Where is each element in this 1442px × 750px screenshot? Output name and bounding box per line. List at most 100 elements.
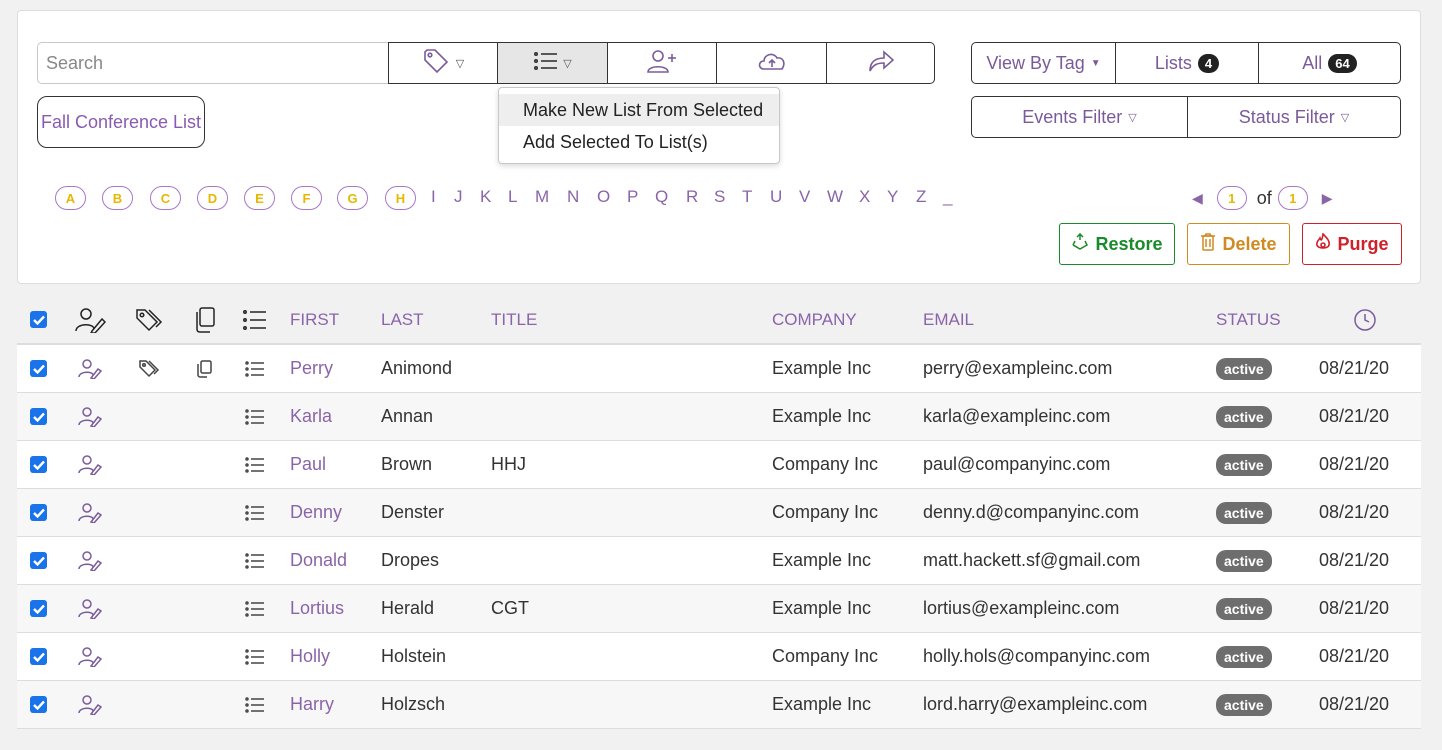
edit-user-icon[interactable] (78, 585, 102, 632)
letter-filter-k[interactable]: K (480, 187, 491, 207)
cell-first[interactable]: Harry (290, 681, 334, 728)
row-checkbox[interactable] (30, 441, 47, 488)
letter-filter-e[interactable]: E (244, 186, 275, 210)
status-filter-button[interactable]: Status Filter ▽ (1187, 96, 1401, 138)
list-pill-fall-conference[interactable]: Fall Conference List (37, 96, 205, 148)
row-checkbox[interactable] (30, 345, 47, 392)
cell-last: Holstein (381, 646, 447, 666)
menu-item-add-to-lists[interactable]: Add Selected To List(s) (499, 126, 779, 158)
cell-first[interactable]: Karla (290, 393, 332, 440)
edit-user-icon[interactable] (78, 633, 102, 680)
view-by-tag-button[interactable]: View By Tag ▼ (971, 42, 1116, 84)
letter-filter-f[interactable]: F (291, 186, 322, 210)
cell-first[interactable]: Perry (290, 345, 333, 392)
letter-filter-j[interactable]: J (454, 187, 463, 207)
col-header-title[interactable]: TITLE (491, 296, 537, 343)
events-filter-button[interactable]: Events Filter ▽ (971, 96, 1188, 138)
letter-filter-u[interactable]: U (770, 187, 782, 207)
col-header-company[interactable]: COMPANY (772, 296, 857, 343)
letter-filter-c[interactable]: C (150, 186, 181, 210)
cell-first[interactable]: Lortius (290, 585, 344, 632)
cell-first[interactable]: Holly (290, 633, 330, 680)
list-icon[interactable] (245, 345, 265, 392)
table-row[interactable]: Holly Holstein Company Inc holly.hols@compa… (17, 633, 1421, 681)
row-checkbox[interactable] (30, 537, 47, 584)
letter-filter-a[interactable]: A (55, 186, 86, 210)
next-page-icon[interactable]: ▶ (1322, 190, 1333, 207)
list-icon[interactable] (245, 441, 265, 488)
row-checkbox[interactable] (30, 489, 47, 536)
lists-button[interactable]: Lists 4 (1115, 42, 1259, 84)
letter-filter-p[interactable]: P (627, 187, 638, 207)
edit-user-icon[interactable] (78, 441, 102, 488)
edit-user-icon[interactable] (78, 345, 102, 392)
table-row[interactable]: Paul Brown HHJ Company Inc paul@companyinc.c… (17, 441, 1421, 489)
col-header-email[interactable]: EMAIL (923, 296, 974, 343)
table-row[interactable]: Karla Annan Example Inc karla@exampleinc.co… (17, 393, 1421, 441)
tag-menu-button[interactable]: ▽ (388, 42, 498, 84)
col-header-first[interactable]: FIRST (290, 296, 339, 343)
table-row[interactable]: Denny Denster Company Inc denny.d@companyin… (17, 489, 1421, 537)
row-checkbox[interactable] (30, 633, 47, 680)
table-row[interactable]: Harry Holzsch Example Inc lord.harry@exampl… (17, 681, 1421, 729)
all-button[interactable]: All 64 (1258, 42, 1401, 84)
letter-filter-underscore[interactable]: _ (943, 187, 952, 207)
letter-filter-s[interactable]: S (714, 187, 725, 207)
col-header-last[interactable]: LAST (381, 296, 424, 343)
table-row[interactable]: Donald Dropes Example Inc matt.hackett.sf@g… (17, 537, 1421, 585)
list-icon[interactable] (245, 633, 265, 680)
row-checkbox[interactable] (30, 393, 47, 440)
list-menu-button[interactable]: ▽ (497, 42, 608, 84)
copy-icon[interactable] (196, 345, 212, 392)
edit-user-icon[interactable] (78, 393, 102, 440)
letter-filter-q[interactable]: Q (655, 187, 668, 207)
select-all-checkbox[interactable] (30, 296, 47, 343)
restore-button[interactable]: Restore (1059, 223, 1175, 265)
letter-filter-i[interactable]: I (431, 187, 436, 207)
add-user-button[interactable] (607, 42, 717, 84)
letter-filter-d[interactable]: D (197, 186, 228, 210)
search-input[interactable] (37, 42, 389, 84)
letter-filter-y[interactable]: Y (887, 187, 898, 207)
letter-filter-g[interactable]: G (337, 186, 368, 210)
letter-filter-x[interactable]: X (859, 187, 870, 207)
table-row[interactable]: Lortius Herald CGT Example Inc lortius@examp… (17, 585, 1421, 633)
row-checkbox[interactable] (30, 585, 47, 632)
letter-filter-w[interactable]: W (827, 187, 843, 207)
letter-filter-h[interactable]: H (385, 186, 416, 210)
list-icon[interactable] (245, 393, 265, 440)
menu-item-make-new-list[interactable]: Make New List From Selected (499, 94, 779, 126)
letter-filter-t[interactable]: T (742, 187, 752, 207)
list-icon[interactable] (245, 489, 265, 536)
letter-filter-m[interactable]: M (535, 187, 549, 207)
prev-page-icon[interactable]: ◀ (1192, 190, 1203, 207)
tag-icon[interactable] (138, 345, 162, 392)
cell-title: HHJ (491, 454, 526, 474)
table-row[interactable]: Perry Animond Example Inc perry@exampleinc.… (17, 345, 1421, 393)
purge-button[interactable]: Purge (1302, 223, 1402, 265)
list-icon[interactable] (245, 585, 265, 632)
upload-button[interactable] (716, 42, 827, 84)
edit-user-icon[interactable] (78, 681, 102, 728)
letter-filter-l[interactable]: L (508, 187, 517, 207)
letter-filter-v[interactable]: V (799, 187, 810, 207)
cell-last: Animond (381, 358, 453, 378)
clock-icon[interactable] (1353, 296, 1377, 343)
current-page[interactable]: 1 (1216, 186, 1247, 210)
letter-filter-o[interactable]: O (597, 187, 610, 207)
cell-first[interactable]: Denny (290, 489, 342, 536)
cell-first[interactable]: Paul (290, 441, 326, 488)
col-header-status[interactable]: STATUS (1216, 296, 1281, 343)
cell-first[interactable]: Donald (290, 537, 347, 584)
row-checkbox[interactable] (30, 681, 47, 728)
delete-button[interactable]: Delete (1187, 223, 1290, 265)
list-icon[interactable] (245, 681, 265, 728)
letter-filter-b[interactable]: B (102, 186, 133, 210)
letter-filter-r[interactable]: R (686, 187, 698, 207)
list-icon[interactable] (245, 537, 265, 584)
letter-filter-z[interactable]: Z (916, 187, 926, 207)
edit-user-icon[interactable] (78, 537, 102, 584)
letter-filter-n[interactable]: N (567, 187, 579, 207)
edit-user-icon[interactable] (78, 489, 102, 536)
share-button[interactable] (826, 42, 935, 84)
